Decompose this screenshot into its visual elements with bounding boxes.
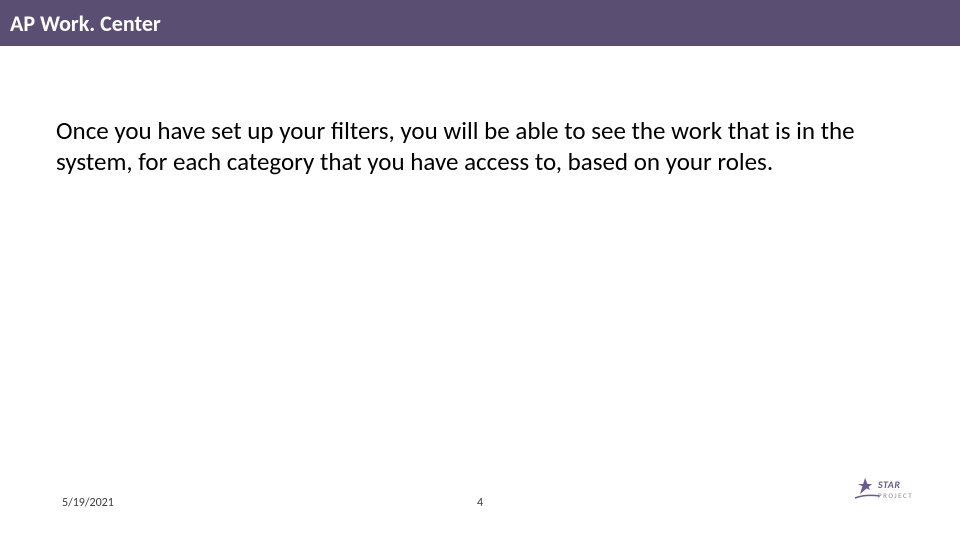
star-icon	[858, 478, 872, 494]
footer-page-number: 4	[477, 496, 483, 510]
slide-body-paragraph: Once you have set up your filters, you w…	[56, 115, 890, 178]
slide-header-bar: AP Work. Center	[0, 0, 960, 46]
swoosh-icon	[855, 495, 880, 498]
slide-title: AP Work. Center	[10, 10, 161, 37]
logo-text-bottom: PROJECT	[878, 491, 913, 500]
logo-text-top: STAR	[877, 478, 900, 491]
footer-date: 5/19/2021	[62, 496, 114, 510]
star-project-logo: STAR PROJECT	[850, 470, 930, 515]
slide-footer: 5/19/2021 4 STAR PROJECT	[0, 480, 960, 520]
